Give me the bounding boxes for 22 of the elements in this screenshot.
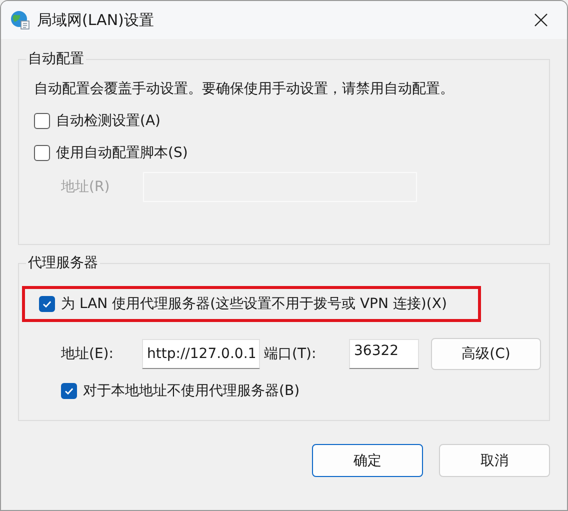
checkbox-label[interactable]: 为 LAN 使用代理服务器(这些设置不用于拨号或 VPN 连接)(X) xyxy=(61,295,447,313)
ok-button[interactable]: 确定 xyxy=(312,444,423,477)
window-title: 局域网(LAN)设置 xyxy=(37,10,155,30)
input-field[interactable]: 36322 xyxy=(349,339,419,369)
checkbox-label[interactable]: 使用自动配置脚本(S) xyxy=(56,144,188,162)
checkbox[interactable] xyxy=(39,296,55,312)
close-icon xyxy=(534,13,548,27)
cancel-button[interactable]: 取消 xyxy=(439,444,550,477)
description-text: 自动配置会覆盖手动设置。要确保使用手动设置，请禁用自动配置。 xyxy=(34,80,455,98)
group-title: 代理服务器 xyxy=(26,254,100,272)
checkbox[interactable] xyxy=(34,145,50,161)
checkbox[interactable] xyxy=(34,113,50,129)
field-label: 端口(T): xyxy=(264,345,318,363)
checkbox-label[interactable]: 自动检测设置(A) xyxy=(56,112,161,130)
group-title: 自动配置 xyxy=(26,50,86,68)
globe-icon xyxy=(10,10,30,30)
field-label: 地址(E): xyxy=(61,345,114,363)
checkbox-label[interactable]: 对于本地地址不使用代理服务器(B) xyxy=(83,382,300,400)
field-label: 地址(R) xyxy=(61,178,111,196)
advanced-button[interactable]: 高级(C) xyxy=(431,338,541,370)
checkbox[interactable] xyxy=(61,383,77,399)
input-field[interactable]: http://127.0.0.1 xyxy=(142,339,260,369)
